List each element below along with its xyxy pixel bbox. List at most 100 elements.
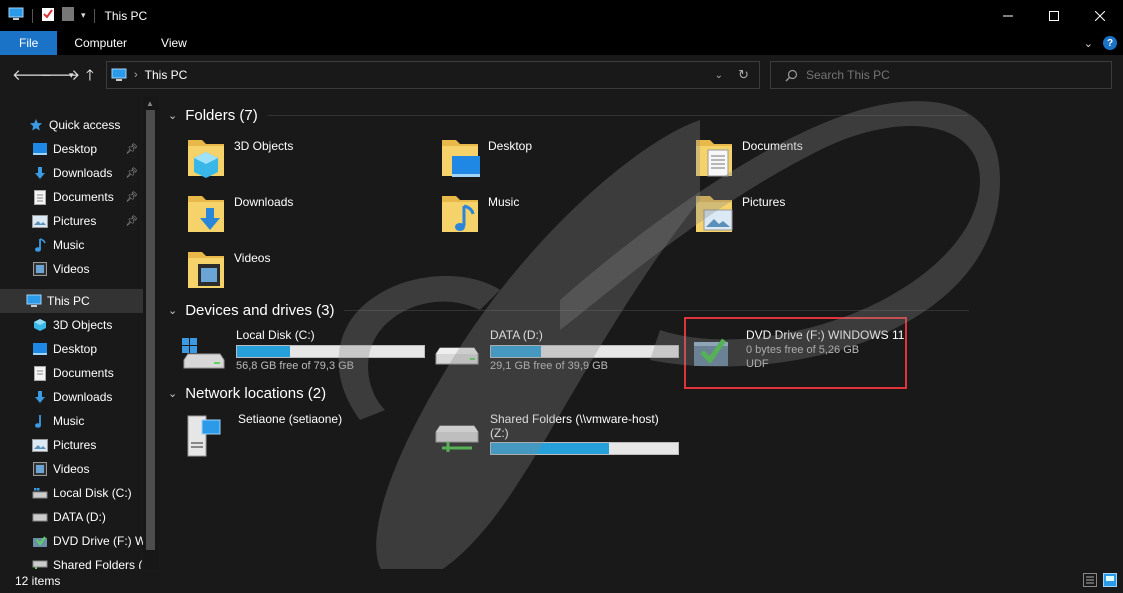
nav-qa-music[interactable]: Music: [0, 233, 143, 257]
details-view-icon[interactable]: [1083, 573, 1097, 590]
network-computer-icon: [182, 412, 232, 457]
folder-downloads[interactable]: Downloads: [184, 190, 293, 238]
properties-icon[interactable]: [41, 6, 55, 25]
pin-icon[interactable]: 📌︎: [125, 168, 138, 179]
nav-label: Videos: [53, 262, 90, 276]
folder-documents[interactable]: Documents: [692, 134, 803, 182]
nav-qa-downloads[interactable]: Downloads 📌︎: [0, 161, 143, 185]
group-header-folders[interactable]: ⌄ Folders (7): [168, 107, 968, 124]
tab-computer[interactable]: Computer: [57, 31, 144, 55]
close-button[interactable]: [1077, 0, 1123, 31]
desktop-icon: [32, 141, 48, 157]
picture-icon: [32, 437, 48, 453]
video-icon: [32, 461, 48, 477]
folder-music[interactable]: Music: [438, 190, 519, 238]
nav-pc-3d-objects[interactable]: 3D Objects: [0, 313, 143, 337]
nav-label: Quick access: [49, 118, 121, 132]
address-bar[interactable]: › This PC ⌄ ↻: [106, 61, 760, 89]
collapse-chevron-icon[interactable]: ⌄: [168, 304, 177, 317]
folder-music-icon: [438, 190, 482, 238]
nav-label: Music: [53, 238, 85, 252]
drive-data-d[interactable]: DATA (D:) 29,1 GB free of 39,9 GB: [434, 328, 679, 372]
folder-videos[interactable]: Videos: [184, 246, 270, 294]
search-input[interactable]: [806, 68, 1106, 82]
nav-pc-dvd-drive-f[interactable]: DVD Drive (F:) W: [0, 529, 143, 553]
up-arrow-icon[interactable]: 🡑: [86, 65, 94, 90]
nav-pc-documents[interactable]: Documents: [0, 361, 143, 385]
pin-icon[interactable]: 📌︎: [125, 192, 138, 203]
customize-toolbar-icon[interactable]: ▾: [81, 10, 86, 21]
nav-label: Desktop: [53, 342, 98, 356]
tab-file[interactable]: File: [0, 31, 58, 55]
document-icon: [32, 365, 48, 381]
search-box[interactable]: [770, 61, 1112, 89]
forward-arrow-icon[interactable]: 🡒: [40, 65, 80, 84]
drive-name: Local Disk (C:): [236, 328, 315, 342]
folder-label: 3D Objects: [234, 139, 294, 153]
ribbon-tabs: File Computer View ⌄ ?: [0, 31, 1123, 55]
network-name: Shared Folders (\\vmware-host): [490, 412, 659, 426]
pin-icon[interactable]: 📌︎: [125, 216, 138, 227]
new-folder-icon[interactable]: [61, 6, 75, 25]
refresh-icon[interactable]: ↻: [738, 67, 749, 83]
nav-pc-music[interactable]: Music: [0, 409, 143, 433]
collapse-chevron-icon[interactable]: ⌄: [168, 109, 177, 122]
folder-videos-icon: [184, 246, 228, 294]
separator: [32, 8, 33, 23]
nav-pc-desktop[interactable]: Desktop: [0, 337, 143, 361]
drive-local-disk-c[interactable]: Local Disk (C:) 56,8 GB free of 79,3 GB: [180, 328, 425, 372]
folder-label: Videos: [234, 251, 271, 265]
nav-qa-documents[interactable]: Documents 📌︎: [0, 185, 143, 209]
collapse-chevron-icon[interactable]: ⌄: [168, 387, 177, 400]
folder-desktop-icon: [438, 134, 482, 182]
nav-qa-desktop[interactable]: Desktop 📌︎: [0, 137, 143, 161]
nav-qa-pictures[interactable]: Pictures 📌︎: [0, 209, 143, 233]
drive-icon: [434, 328, 484, 372]
highlight-box: [684, 317, 907, 389]
folder-pictures[interactable]: Pictures: [692, 190, 785, 238]
scroll-up-icon[interactable]: ▲: [146, 99, 154, 108]
nav-this-pc[interactable]: This PC: [0, 289, 143, 313]
folder-label: Documents: [742, 139, 803, 153]
expand-ribbon-icon[interactable]: ⌄: [1084, 37, 1093, 50]
nav-pc-data-d[interactable]: DATA (D:): [0, 505, 143, 529]
group-title: Folders (7): [185, 107, 258, 124]
folder-label: Music: [488, 195, 520, 209]
network-setiaone[interactable]: Setiaone (setiaone): [182, 412, 343, 457]
nav-pc-local-disk-c[interactable]: Local Disk (C:): [0, 481, 143, 505]
breadcrumb-this-pc[interactable]: This PC: [145, 68, 188, 82]
nav-qa-videos[interactable]: Videos: [0, 257, 143, 281]
music-note-icon: [32, 237, 48, 253]
usage-fill: [237, 346, 291, 357]
drive-usage-bar: [490, 442, 679, 455]
nav-label: Documents: [53, 190, 114, 204]
help-icon[interactable]: ?: [1103, 36, 1117, 50]
this-pc-icon[interactable]: [8, 7, 24, 24]
folder-3d-objects[interactable]: 3D Objects: [184, 134, 293, 182]
group-header-network[interactable]: ⌄ Network locations (2): [168, 385, 336, 402]
nav-pc-downloads[interactable]: Downloads: [0, 385, 143, 409]
large-icons-view-icon[interactable]: [1103, 573, 1117, 590]
nav-pc-videos[interactable]: Videos: [0, 457, 143, 481]
nav-scrollbar[interactable]: ▲: [143, 96, 158, 569]
tab-view[interactable]: View: [144, 31, 204, 55]
nav-pc-pictures[interactable]: Pictures: [0, 433, 143, 457]
network-drive-icon: [32, 557, 48, 569]
scroll-thumb[interactable]: [146, 110, 155, 550]
maximize-button[interactable]: [1031, 0, 1077, 31]
address-dropdown-icon[interactable]: ⌄: [715, 70, 723, 81]
drive-free-space: 29,1 GB free of 39,9 GB: [490, 360, 609, 372]
this-pc-icon: [111, 68, 127, 82]
nav-label: DVD Drive (F:) W: [53, 534, 143, 548]
music-note-icon: [32, 413, 48, 429]
folder-desktop[interactable]: Desktop: [438, 134, 532, 182]
nav-quick-access[interactable]: Quick access: [0, 113, 143, 137]
network-name: Setiaone (setiaone): [238, 412, 343, 426]
breadcrumb-chevron-icon[interactable]: ›: [134, 69, 138, 81]
minimize-button[interactable]: [985, 0, 1031, 31]
network-shared-folders-z[interactable]: Shared Folders (\\vmware-host) (Z:): [434, 412, 679, 456]
nav-pc-shared-folders[interactable]: Shared Folders (: [0, 553, 143, 569]
title-bar: ▾ This PC: [0, 0, 1123, 31]
pin-icon[interactable]: 📌︎: [125, 144, 138, 155]
recent-locations-chevron-icon[interactable]: ▾: [69, 70, 74, 81]
